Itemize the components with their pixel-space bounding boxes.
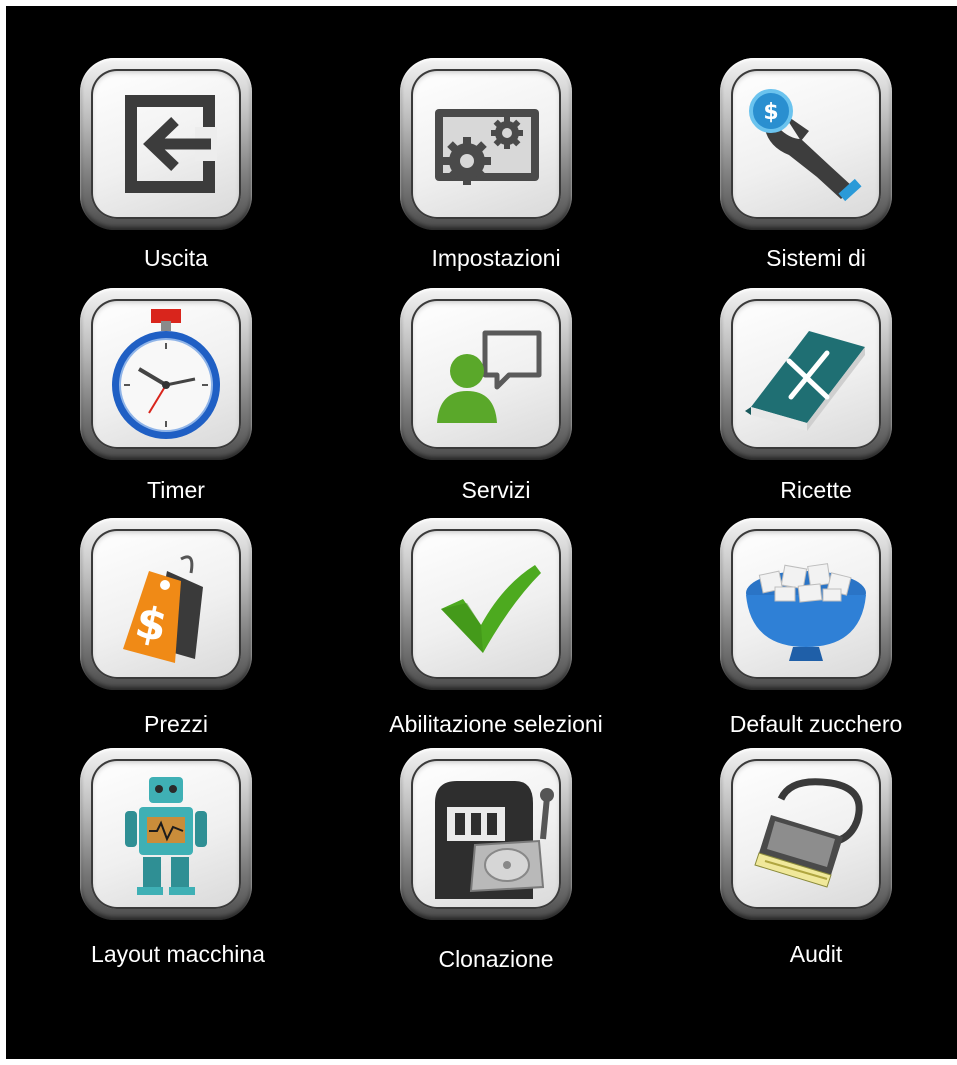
tile-inner xyxy=(411,759,561,909)
settings-gears-icon xyxy=(435,109,539,185)
tile-frame xyxy=(80,58,252,230)
tile-frame xyxy=(80,748,252,920)
menu-label-clonazione: Clonazione xyxy=(438,946,554,972)
tile-frame xyxy=(720,288,892,460)
menu-label-uscita: Uscita xyxy=(144,245,208,271)
menu-label-ricette: Ricette xyxy=(780,477,852,503)
menu-label-impostazioni: Impostazioni xyxy=(431,245,561,271)
service-user-chat-icon xyxy=(437,330,542,423)
svg-text:$: $ xyxy=(763,100,778,125)
sugar-bowl-icon xyxy=(746,563,866,661)
payment-coin-hand-icon: $ xyxy=(749,89,862,202)
checkmark-icon xyxy=(441,565,541,653)
tile-frame xyxy=(400,748,572,920)
clone-harddisk-icon xyxy=(435,781,554,899)
tile-inner xyxy=(91,759,241,909)
tile-inner xyxy=(731,759,881,909)
tile-inner xyxy=(91,69,241,219)
tile-inner xyxy=(91,299,241,449)
tile-inner: $ xyxy=(731,69,881,219)
robot-icon xyxy=(125,777,207,895)
stopwatch-icon xyxy=(112,309,220,439)
tile-frame: $ xyxy=(80,518,252,690)
tile-inner xyxy=(731,529,881,679)
exit-icon xyxy=(125,95,217,193)
menu-label-default-zucchero: Default zucchero xyxy=(729,711,903,737)
menu-label-sistemi-di: Sistemi di xyxy=(766,245,866,271)
tile-frame xyxy=(720,518,892,690)
tile-frame xyxy=(400,58,572,230)
tile-inner xyxy=(411,299,561,449)
menu-label-audit: Audit xyxy=(789,941,843,967)
menu-label-prezzi: Prezzi xyxy=(144,711,208,737)
menu-label-servizi: Servizi xyxy=(461,477,531,503)
menu-label-abilitazione-selezioni: Abilitazione selezioni xyxy=(389,711,603,737)
price-tag-icon: $ xyxy=(123,555,203,663)
tile-inner xyxy=(411,529,561,679)
tile-frame xyxy=(80,288,252,460)
tile-inner: $ xyxy=(91,529,241,679)
recipe-book-icon xyxy=(745,331,865,431)
menu-screen: Uscita Impostazioni $ Sistemi di Timer S… xyxy=(6,6,957,1059)
tile-inner xyxy=(731,299,881,449)
tile-frame xyxy=(720,748,892,920)
audit-cable-icon xyxy=(754,778,863,888)
tile-inner xyxy=(411,69,561,219)
tile-frame xyxy=(400,518,572,690)
tile-frame xyxy=(400,288,572,460)
menu-label-timer: Timer xyxy=(147,477,205,503)
menu-label-layout-macchina: Layout macchina xyxy=(91,941,265,967)
tile-frame: $ xyxy=(720,58,892,230)
